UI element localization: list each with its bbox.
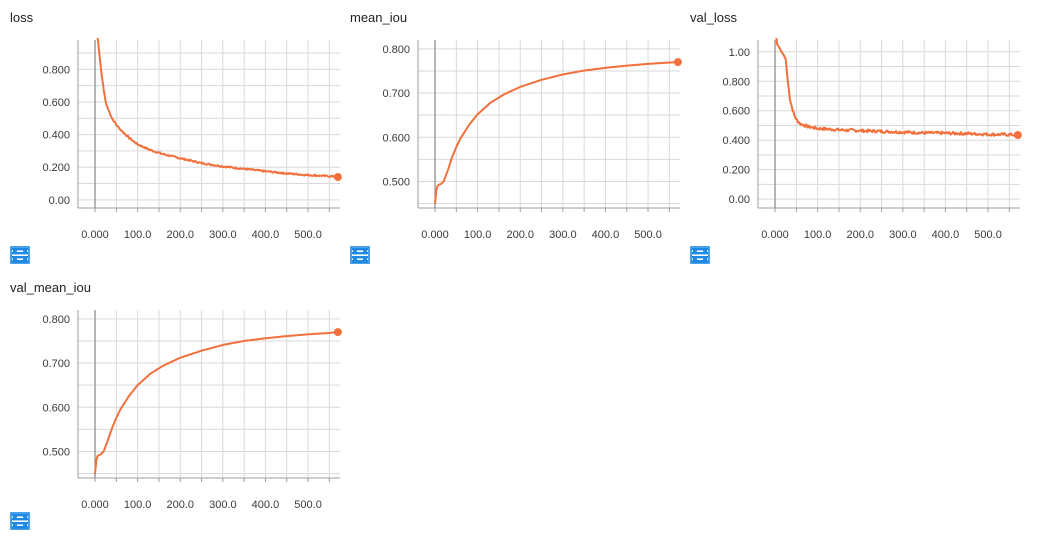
- y-tick-label: 0.500: [42, 446, 70, 458]
- y-tick-label: 0.600: [42, 402, 70, 414]
- x-tick-label: 100.0: [464, 229, 492, 241]
- chart-val-mean-iou[interactable]: 0.000 100.0 200.0 300.0 400.0 500.0 0.500 0.600…: [10, 280, 350, 511]
- y-tick-label: 0.800: [722, 76, 750, 88]
- x-tick-label: 500.0: [294, 499, 322, 511]
- series-line: [96, 38, 339, 179]
- x-tick-label: 400.0: [592, 229, 620, 241]
- x-tick-label: 500.0: [634, 229, 662, 241]
- chart-toolbar: [350, 246, 436, 266]
- y-tick-label: 0.700: [42, 358, 70, 370]
- y-tick-label: 0.700: [382, 88, 410, 100]
- x-tick-label: 500.0: [294, 229, 322, 241]
- y-tick-label: 0.600: [382, 132, 410, 144]
- y-tick-label: 0.400: [722, 135, 750, 147]
- fit-domain-icon[interactable]: [690, 246, 776, 266]
- x-tick-label: 300.0: [209, 229, 237, 241]
- y-tick-label: 0.00: [49, 195, 70, 207]
- series-line: [434, 61, 678, 204]
- y-tick-label: 0.800: [382, 44, 410, 56]
- y-tick-label: 0.800: [42, 64, 70, 76]
- fit-domain-icon[interactable]: [10, 246, 96, 266]
- y-tick-label: 0.200: [42, 162, 70, 174]
- list-lines-icon[interactable]: [12, 246, 64, 266]
- x-tick-label: 200.0: [166, 229, 194, 241]
- chart-mean-iou[interactable]: 0.000 100.0 200.0 300.0 400.0 500.0 0.500 0.600…: [350, 10, 690, 241]
- chart-card-mean-iou: mean_iou 0.000 100.0 200.0 300.0 400.0 500.0 0…: [350, 10, 690, 272]
- chart-toolbar: [10, 512, 96, 532]
- list-lines-icon[interactable]: [352, 246, 404, 266]
- chart-loss[interactable]: 0.000 100.0 200.0 300.0 400.0 500.0 0.00 0.200 0…: [10, 10, 350, 241]
- list-lines-icon[interactable]: [692, 246, 744, 266]
- series-last-point: [333, 328, 342, 337]
- chart-toolbar: [690, 246, 776, 266]
- y-tick-label: 0.600: [722, 106, 750, 118]
- x-tick-label: 200.0: [166, 499, 194, 511]
- chart-toolbar: [10, 246, 96, 266]
- series-last-point: [1013, 131, 1022, 140]
- fit-domain-icon: [690, 246, 710, 264]
- x-tick-label: 100.0: [124, 229, 152, 241]
- y-tick-label: 0.400: [42, 130, 70, 142]
- x-tick-label: 100.0: [124, 499, 152, 511]
- y-tick-label: 0.800: [42, 314, 70, 326]
- series-line: [775, 38, 1019, 137]
- x-tick-label: 400.0: [932, 229, 960, 241]
- y-tick-label: 0.600: [42, 97, 70, 109]
- chart-val-loss[interactable]: 0.000 100.0 200.0 300.0 400.0 500.0 0.00 0.200 0…: [690, 10, 1030, 241]
- x-tick-label: 400.0: [252, 229, 280, 241]
- x-tick-label: 300.0: [889, 229, 917, 241]
- y-tick-label: 1.00: [729, 47, 750, 59]
- x-tick-label: 100.0: [804, 229, 832, 241]
- series-last-point: [673, 58, 682, 67]
- y-tick-label: 0.500: [382, 176, 410, 188]
- grid-lines: [758, 40, 1020, 208]
- x-tick-label: 0.000: [81, 499, 109, 511]
- chart-card-loss: loss 0.000 100.0 200.0 300.0 400.0 500.0 0.00 0…: [10, 10, 350, 272]
- x-tick-label: 300.0: [209, 499, 237, 511]
- fit-domain-icon: [10, 246, 30, 264]
- fit-domain-icon: [350, 246, 370, 264]
- series-last-point: [333, 173, 342, 182]
- x-tick-label: 300.0: [549, 229, 577, 241]
- x-tick-label: 200.0: [506, 229, 534, 241]
- chart-card-val-mean-iou: val_mean_iou 0.000 100.0 200.0 300.0 400.0 50…: [10, 280, 350, 542]
- x-tick-label: 200.0: [846, 229, 874, 241]
- y-tick-label: 0.00: [729, 194, 750, 206]
- fit-domain-icon[interactable]: [350, 246, 436, 266]
- y-tick-label: 0.200: [722, 165, 750, 177]
- x-tick-label: 500.0: [974, 229, 1002, 241]
- x-tick-label: 0.000: [81, 229, 109, 241]
- series-line: [94, 331, 339, 474]
- x-tick-label: 0.000: [421, 229, 449, 241]
- fit-domain-icon: [10, 512, 30, 530]
- list-lines-icon[interactable]: [12, 512, 64, 532]
- x-tick-label: 0.000: [761, 229, 789, 241]
- chart-card-val-loss: val_loss 0.000 100.0 200.0 300.0 400.0 500.0 0…: [690, 10, 1030, 272]
- grid-lines: [78, 40, 340, 208]
- x-tick-label: 400.0: [252, 499, 280, 511]
- fit-domain-icon[interactable]: [10, 512, 96, 532]
